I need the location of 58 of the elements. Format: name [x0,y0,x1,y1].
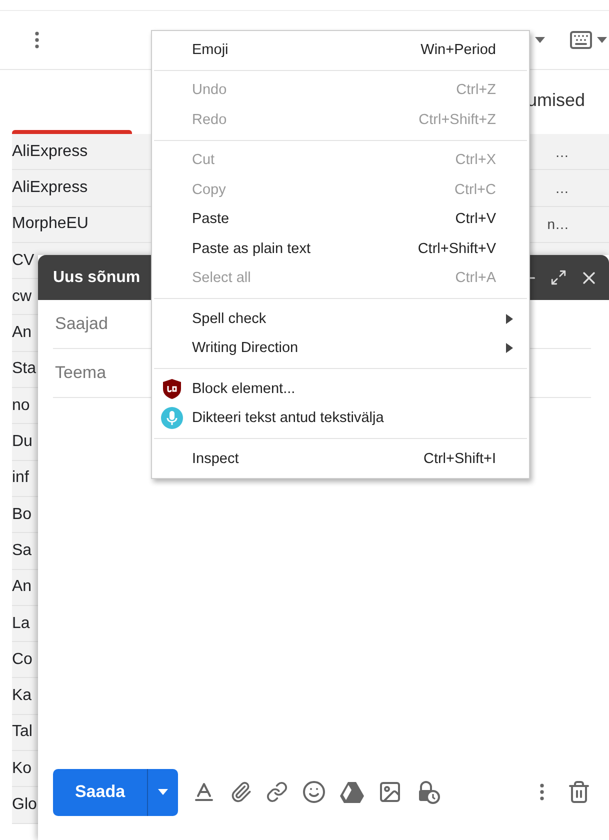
text-format-icon[interactable] [192,780,216,804]
paperclip-icon[interactable] [230,781,252,803]
smiley-icon[interactable] [302,780,326,804]
sender-name: Tal [12,723,32,742]
caret-icon[interactable] [535,37,545,43]
shortcut-label: Ctrl+V [455,211,496,228]
submenu-arrow-icon [506,343,513,354]
sender-name: no [12,396,30,415]
image-icon[interactable] [378,780,402,804]
sender-name: Glo [12,796,37,814]
shield-icon [162,378,182,400]
mail-snippet: … [555,180,569,196]
sender-name: inf [12,469,29,488]
sender-name: Bo [12,506,32,524]
trash-icon[interactable] [567,780,591,804]
lock-clock-icon[interactable] [416,780,440,804]
drive-icon[interactable] [340,782,364,802]
sender-name: CV [12,252,34,270]
mail-snippet: … [555,144,569,160]
menu-item[interactable]: Inspect [192,450,239,467]
shortcut-label: Ctrl+Shift+V [418,240,496,257]
shortcut-label: Ctrl+A [455,270,496,286]
menu-item[interactable]: Spell check [192,310,266,327]
menu-item[interactable]: Paste as plain text [192,240,310,257]
keyboard-icon[interactable] [569,28,593,52]
sender-name: cw [12,288,32,306]
send-button[interactable]: Saada [53,768,147,816]
sender-name: Sa [12,542,32,560]
sender-name: MorpheEU [12,215,88,234]
sender-name: An [12,578,32,596]
sender-name: AliExpress [12,142,88,161]
sender-name: Co [12,650,32,669]
sender-name: La [12,614,30,632]
shortcut-label: Ctrl+X [455,152,496,168]
submenu-arrow-icon [506,314,513,324]
link-icon[interactable] [266,781,288,803]
menu-item[interactable]: Dikteeri tekst antud tekstivälja [192,410,384,426]
sender-name: Ko [12,760,32,778]
menu-item[interactable]: Emoji [192,42,228,58]
microphone-icon [161,407,183,430]
sender-name: AliExpress [12,178,88,197]
send-options-button[interactable] [147,768,178,816]
compose-title: Uus sõnum [53,268,140,286]
menu-item[interactable]: Writing Direction [192,340,298,356]
menu-item[interactable]: Paste [192,211,230,228]
sender-name: Ka [12,687,32,706]
shortcut-label: Ctrl+C [454,182,496,198]
expand-icon[interactable] [550,269,567,286]
sender-name: Du [12,433,32,452]
sender-name: Sta [12,360,36,378]
shortcut-label: Win+Period [420,42,496,58]
menu-item[interactable]: Block element... [192,380,296,397]
shortcut-label: Ctrl+Z [456,82,496,98]
sender-name: An [12,324,32,342]
shortcut-label: Ctrl+Shift+I [423,450,496,467]
mail-snippet: n… [547,216,569,232]
caret-icon[interactable] [597,37,607,43]
shortcut-label: Ctrl+Shift+Z [418,112,496,128]
